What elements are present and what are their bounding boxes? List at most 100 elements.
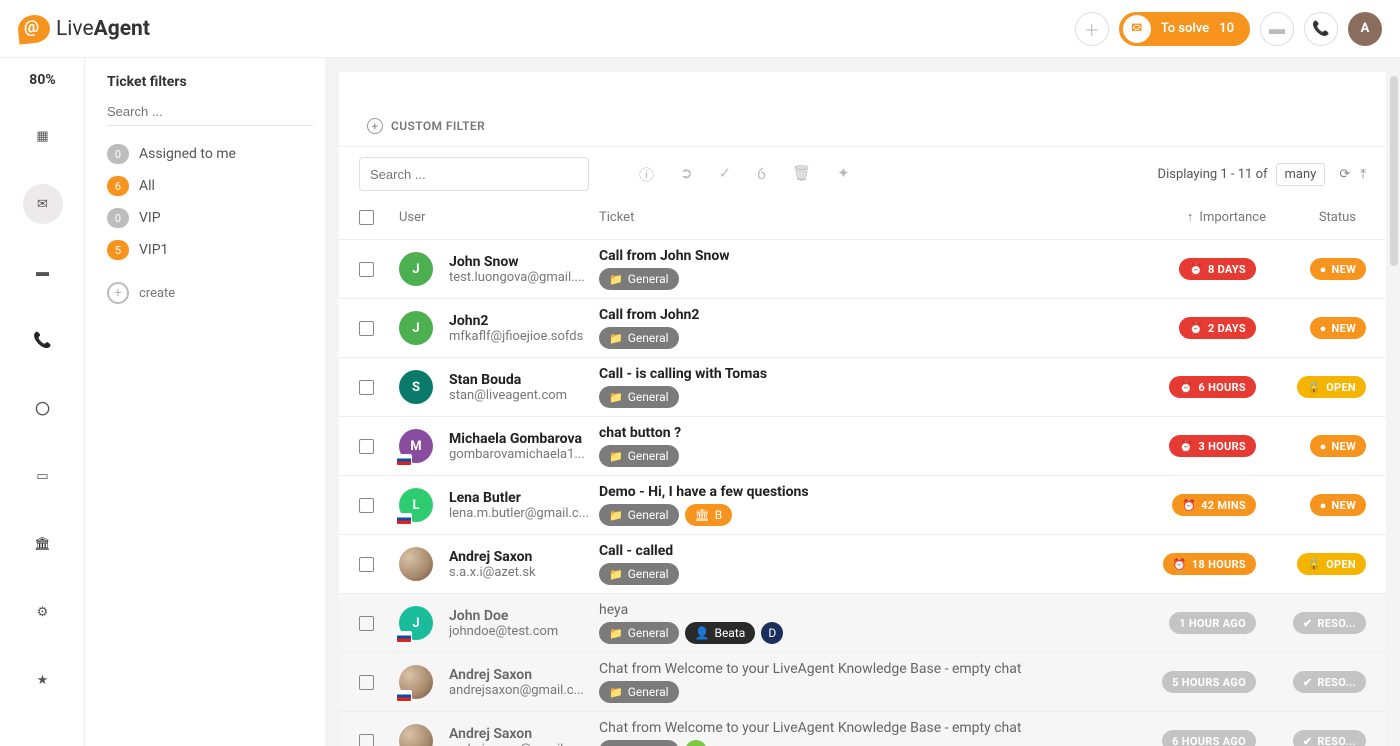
spam-icon[interactable]: ỽ: [757, 164, 766, 185]
tag-chip[interactable]: R: [685, 740, 707, 746]
user-email: gombarovamichaela1...: [449, 447, 599, 462]
ticket-row[interactable]: Andrej Saxons.a.x.i@azet.skCall - called…: [339, 535, 1386, 594]
status-icon: ●: [1320, 499, 1327, 512]
ticket-tags: 📁General: [599, 268, 1126, 290]
ticket-row[interactable]: SStan Boudastan@liveagent.comCall - is c…: [339, 358, 1386, 417]
user-email: mfkaflf@jfioejioe.sofds: [449, 329, 599, 344]
filter-item[interactable]: 6All: [107, 176, 313, 196]
folder-icon: 📁: [609, 686, 623, 699]
folder-chip[interactable]: 📁General: [599, 622, 679, 644]
col-importance[interactable]: ↑ Importance: [1106, 209, 1266, 225]
ticket-tags: 📁General: [599, 445, 1126, 467]
row-checkbox[interactable]: [359, 498, 374, 513]
row-checkbox[interactable]: [359, 734, 374, 746]
folder-icon: 📁: [609, 568, 623, 581]
status-icon: ●: [1320, 263, 1327, 276]
status-pill: ✔RESO...: [1293, 671, 1366, 693]
importance-pill: 6 HOURS AGO: [1162, 730, 1256, 746]
ticket-row[interactable]: JJohn2mfkaflf@jfioejioe.sofdsCall from J…: [339, 299, 1386, 358]
agent-chip[interactable]: 👤Beata: [685, 622, 756, 644]
create-filter-button[interactable]: + create: [107, 282, 313, 304]
chat-icon: ▬: [1269, 19, 1285, 39]
folder-chip[interactable]: 📁General: [599, 386, 679, 408]
clock-icon: ⏰: [1179, 440, 1193, 453]
call-button[interactable]: 📞: [1304, 12, 1338, 46]
row-checkbox[interactable]: [359, 675, 374, 690]
scrollbar[interactable]: [1390, 76, 1398, 266]
row-checkbox[interactable]: [359, 616, 374, 631]
sort-arrow-icon: ↑: [1187, 209, 1194, 225]
nav-contacts[interactable]: [23, 456, 63, 496]
nav-chats[interactable]: [23, 252, 63, 292]
filter-count-badge: 0: [107, 208, 129, 228]
select-all-checkbox[interactable]: [359, 210, 374, 225]
ticket-cell: Demo - Hi, I have a few questions📁Genera…: [599, 484, 1126, 526]
mail-icon: [37, 197, 48, 212]
nav-favorites[interactable]: [23, 660, 63, 700]
ticket-row[interactable]: JJohn Doejohndoe@test.comheya📁General👤Be…: [339, 594, 1386, 653]
ticket-cell: heya📁General👤BeataD: [599, 602, 1126, 644]
folder-chip[interactable]: 📁General: [599, 327, 679, 349]
ticket-cell: Chat from Welcome to your LiveAgent Know…: [599, 661, 1126, 703]
row-checkbox[interactable]: [359, 439, 374, 454]
user-name: Lena Butler: [449, 490, 599, 506]
importance-pill: ⏰6 HOURS: [1169, 376, 1256, 398]
nav-tickets[interactable]: [23, 184, 63, 224]
add-button[interactable]: ＋: [1075, 12, 1109, 46]
ticket-search-input[interactable]: [359, 157, 589, 191]
filter-item[interactable]: 0Assigned to me: [107, 144, 313, 164]
progress-percent: 80%: [29, 72, 55, 88]
info-icon[interactable]: ⓘ: [639, 164, 654, 185]
folder-chip[interactable]: 📁General: [599, 504, 679, 526]
nav-rail: 80%: [0, 58, 85, 746]
toolbar-right: Displaying 1 - 11 of many ⟳ ⤒: [1158, 163, 1366, 186]
to-solve-button[interactable]: ✉ To solve 10: [1119, 12, 1250, 46]
user-email: lena.m.butler@gmail.c...: [449, 506, 599, 521]
filters-search-input[interactable]: [107, 98, 313, 126]
user-name: Andrej Saxon: [449, 726, 599, 742]
status-pill: ●NEW: [1310, 258, 1366, 280]
main-panel: + CUSTOM FILTER ⓘ ➲ ✓ ỽ 🗑 ✦ Displaying 1…: [325, 58, 1400, 746]
row-checkbox[interactable]: [359, 262, 374, 277]
custom-filter-button[interactable]: + CUSTOM FILTER: [367, 118, 485, 134]
nav-progress[interactable]: [23, 388, 63, 428]
resolve-icon[interactable]: ✓: [719, 164, 732, 185]
nav-settings[interactable]: [23, 592, 63, 632]
row-checkbox[interactable]: [359, 321, 374, 336]
user-email: s.a.x.i@azet.sk: [449, 565, 599, 580]
plus-icon: +: [367, 118, 383, 134]
refresh-icon[interactable]: ⟳: [1339, 167, 1350, 182]
export-icon[interactable]: ⤒: [1360, 167, 1366, 182]
merge-icon[interactable]: ✦: [837, 164, 850, 185]
ticket-row[interactable]: JJohn Snowtest.luongova@gmail....Call fr…: [339, 240, 1386, 299]
folder-chip[interactable]: 📁General: [599, 268, 679, 290]
nav-calls[interactable]: [23, 320, 63, 360]
ticket-row[interactable]: Andrej Saxonandrejsaxon@gmail.c...Chat f…: [339, 712, 1386, 746]
chat-button[interactable]: ▬: [1260, 12, 1294, 46]
tag-chip[interactable]: D: [761, 622, 783, 644]
status-icon: ●: [1320, 322, 1327, 335]
status-icon: ●: [1320, 440, 1327, 453]
folder-chip[interactable]: 📁General: [599, 681, 679, 703]
transfer-icon[interactable]: ➲: [680, 164, 693, 185]
folder-icon: 📁: [609, 332, 623, 345]
row-checkbox[interactable]: [359, 557, 374, 572]
filter-item[interactable]: 0VIP: [107, 208, 313, 228]
filter-label: VIP1: [139, 242, 168, 258]
folder-chip[interactable]: 📁General: [599, 740, 679, 746]
department-chip[interactable]: 🏛B: [685, 504, 733, 526]
filter-item[interactable]: 5VIP1: [107, 240, 313, 260]
ticket-row[interactable]: MMichaela Gombarovagombarovamichaela1...…: [339, 417, 1386, 476]
folder-chip[interactable]: 📁General: [599, 445, 679, 467]
folder-chip[interactable]: 📁General: [599, 563, 679, 585]
user-avatar[interactable]: A: [1348, 12, 1382, 46]
folder-icon: 📁: [609, 391, 623, 404]
folder-icon: 📁: [609, 627, 623, 640]
delete-icon[interactable]: 🗑: [792, 164, 811, 185]
nav-dashboard[interactable]: [23, 116, 63, 156]
importance-pill: ⏰18 HOURS: [1163, 553, 1256, 575]
ticket-row[interactable]: Andrej Saxonandrejsaxon@gmail.c...Chat f…: [339, 653, 1386, 712]
row-checkbox[interactable]: [359, 380, 374, 395]
ticket-row[interactable]: LLena Butlerlena.m.butler@gmail.c...Demo…: [339, 476, 1386, 535]
nav-knowledge[interactable]: [23, 524, 63, 564]
